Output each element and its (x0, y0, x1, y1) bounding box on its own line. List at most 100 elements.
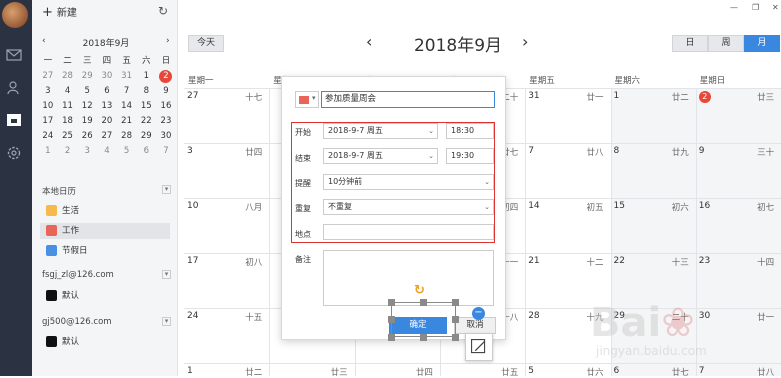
account-calendar-item[interactable]: 默认 (46, 288, 79, 304)
day-number[interactable]: 15 (614, 201, 625, 211)
day-number[interactable]: 2 (698, 91, 711, 103)
mini-prev-icon[interactable]: ‹ (42, 36, 46, 46)
contacts-icon[interactable] (5, 80, 23, 96)
mini-day[interactable]: 9 (156, 84, 176, 99)
resize-handle[interactable] (388, 334, 395, 341)
day-number[interactable]: 24 (187, 311, 198, 321)
repeat-select[interactable]: 不重复 ⌄ (323, 199, 494, 215)
day-number[interactable]: 1 (187, 366, 193, 376)
collapse-icon[interactable]: ▾ (162, 317, 171, 326)
calendar-icon[interactable] (5, 112, 23, 128)
maximize-icon[interactable]: ❐ (752, 3, 759, 12)
mini-day[interactable]: 4 (58, 84, 78, 99)
mini-day[interactable]: 8 (136, 84, 156, 99)
avatar[interactable] (2, 2, 28, 28)
location-input[interactable] (323, 224, 494, 240)
day-number[interactable]: 14 (528, 201, 539, 211)
account-calendar-item[interactable]: 默认 (46, 334, 79, 350)
end-time-input[interactable]: 19:30 (446, 148, 494, 164)
day-number[interactable]: 6 (614, 366, 620, 376)
mini-day[interactable]: 1 (38, 144, 58, 159)
day-number[interactable]: 17 (187, 256, 198, 266)
day-number[interactable]: 30 (699, 311, 710, 321)
mini-day[interactable]: 5 (77, 84, 97, 99)
day-number[interactable]: 28 (528, 311, 539, 321)
mini-day[interactable]: 3 (77, 144, 97, 159)
mini-day[interactable]: 17 (38, 114, 58, 129)
close-icon[interactable]: ✕ (772, 3, 779, 12)
mini-day[interactable]: 15 (136, 99, 156, 114)
mini-day[interactable]: 14 (117, 99, 137, 114)
mini-day[interactable]: 7 (117, 84, 137, 99)
mini-day[interactable]: 1 (136, 69, 156, 84)
calendar-item[interactable]: 工作 (40, 223, 170, 239)
calendar-color-icon[interactable] (46, 205, 57, 216)
mini-day[interactable]: 26 (77, 129, 97, 144)
mini-day[interactable]: 29 (77, 69, 97, 84)
mini-day[interactable]: 24 (38, 129, 58, 144)
next-month-icon[interactable]: › (522, 32, 528, 51)
mini-day[interactable]: 31 (117, 69, 137, 84)
day-number[interactable]: 7 (699, 366, 705, 376)
mini-day[interactable]: 30 (97, 69, 117, 84)
day-number[interactable]: 3 (187, 146, 193, 156)
mini-day[interactable]: 6 (136, 144, 156, 159)
mini-day[interactable]: 11 (58, 99, 78, 114)
calendar-item[interactable]: 生活 (46, 203, 79, 219)
edit-icon[interactable] (465, 333, 493, 361)
calendar-color-icon[interactable] (46, 225, 57, 236)
mini-day[interactable]: 10 (38, 99, 58, 114)
resize-handle[interactable] (388, 316, 395, 323)
rotate-icon[interactable]: ↻ (414, 283, 425, 298)
mini-day[interactable]: 13 (97, 99, 117, 114)
collapse-icon[interactable]: ▾ (162, 185, 171, 194)
note-textarea[interactable] (323, 250, 494, 306)
color-picker[interactable]: ▾ (295, 91, 319, 108)
mini-day[interactable]: 20 (97, 114, 117, 129)
mini-day[interactable]: 28 (117, 129, 137, 144)
view-day-tab[interactable]: 日 (672, 35, 708, 52)
mini-day[interactable]: 2 (58, 144, 78, 159)
day-number[interactable]: 27 (187, 91, 198, 101)
mini-day[interactable]: 6 (97, 84, 117, 99)
day-number[interactable]: 31 (528, 91, 539, 101)
mini-day[interactable]: 2 (159, 70, 173, 83)
resize-handle[interactable] (452, 316, 459, 323)
resize-handle[interactable] (420, 299, 427, 306)
day-number[interactable]: 1 (614, 91, 620, 101)
day-number[interactable]: 8 (614, 146, 620, 156)
mini-day[interactable]: 27 (97, 129, 117, 144)
refresh-icon[interactable]: ↻ (158, 4, 168, 18)
view-week-tab[interactable]: 周 (708, 35, 744, 52)
mini-day[interactable]: 16 (156, 99, 176, 114)
checkbox-icon[interactable] (46, 290, 57, 301)
day-number[interactable]: 7 (528, 146, 534, 156)
mini-day[interactable]: 30 (156, 129, 176, 144)
mini-day[interactable]: 3 (38, 84, 58, 99)
day-number[interactable]: 22 (614, 256, 625, 266)
checkbox-icon[interactable] (46, 336, 57, 347)
remind-select[interactable]: 10分钟前 ⌄ (323, 174, 494, 190)
resize-handle[interactable] (452, 334, 459, 341)
mini-day[interactable]: 21 (117, 114, 137, 129)
resize-handle[interactable] (452, 299, 459, 306)
minimize-icon[interactable]: — (730, 3, 738, 12)
new-button[interactable]: + 新建 (42, 4, 77, 20)
day-number[interactable]: 23 (699, 256, 710, 266)
cancel-button[interactable]: 取消 (454, 317, 496, 334)
resize-handle[interactable] (420, 334, 427, 341)
end-date-select[interactable]: 2018-9-7 周五 ⌄ (323, 148, 438, 164)
collapse-icon[interactable]: ▾ (162, 270, 171, 279)
mini-day[interactable]: 18 (58, 114, 78, 129)
mini-day[interactable]: 29 (136, 129, 156, 144)
mini-day[interactable]: 23 (156, 114, 176, 129)
day-number[interactable]: 5 (528, 366, 534, 376)
mini-day[interactable]: 28 (58, 69, 78, 84)
calendar-color-icon[interactable] (46, 245, 57, 256)
day-number[interactable]: 10 (187, 201, 198, 211)
remove-icon[interactable]: − (472, 307, 485, 320)
resize-handle[interactable] (388, 299, 395, 306)
mini-day[interactable]: 27 (38, 69, 58, 84)
mini-day[interactable]: 19 (77, 114, 97, 129)
start-time-input[interactable]: 18:30 (446, 123, 494, 139)
